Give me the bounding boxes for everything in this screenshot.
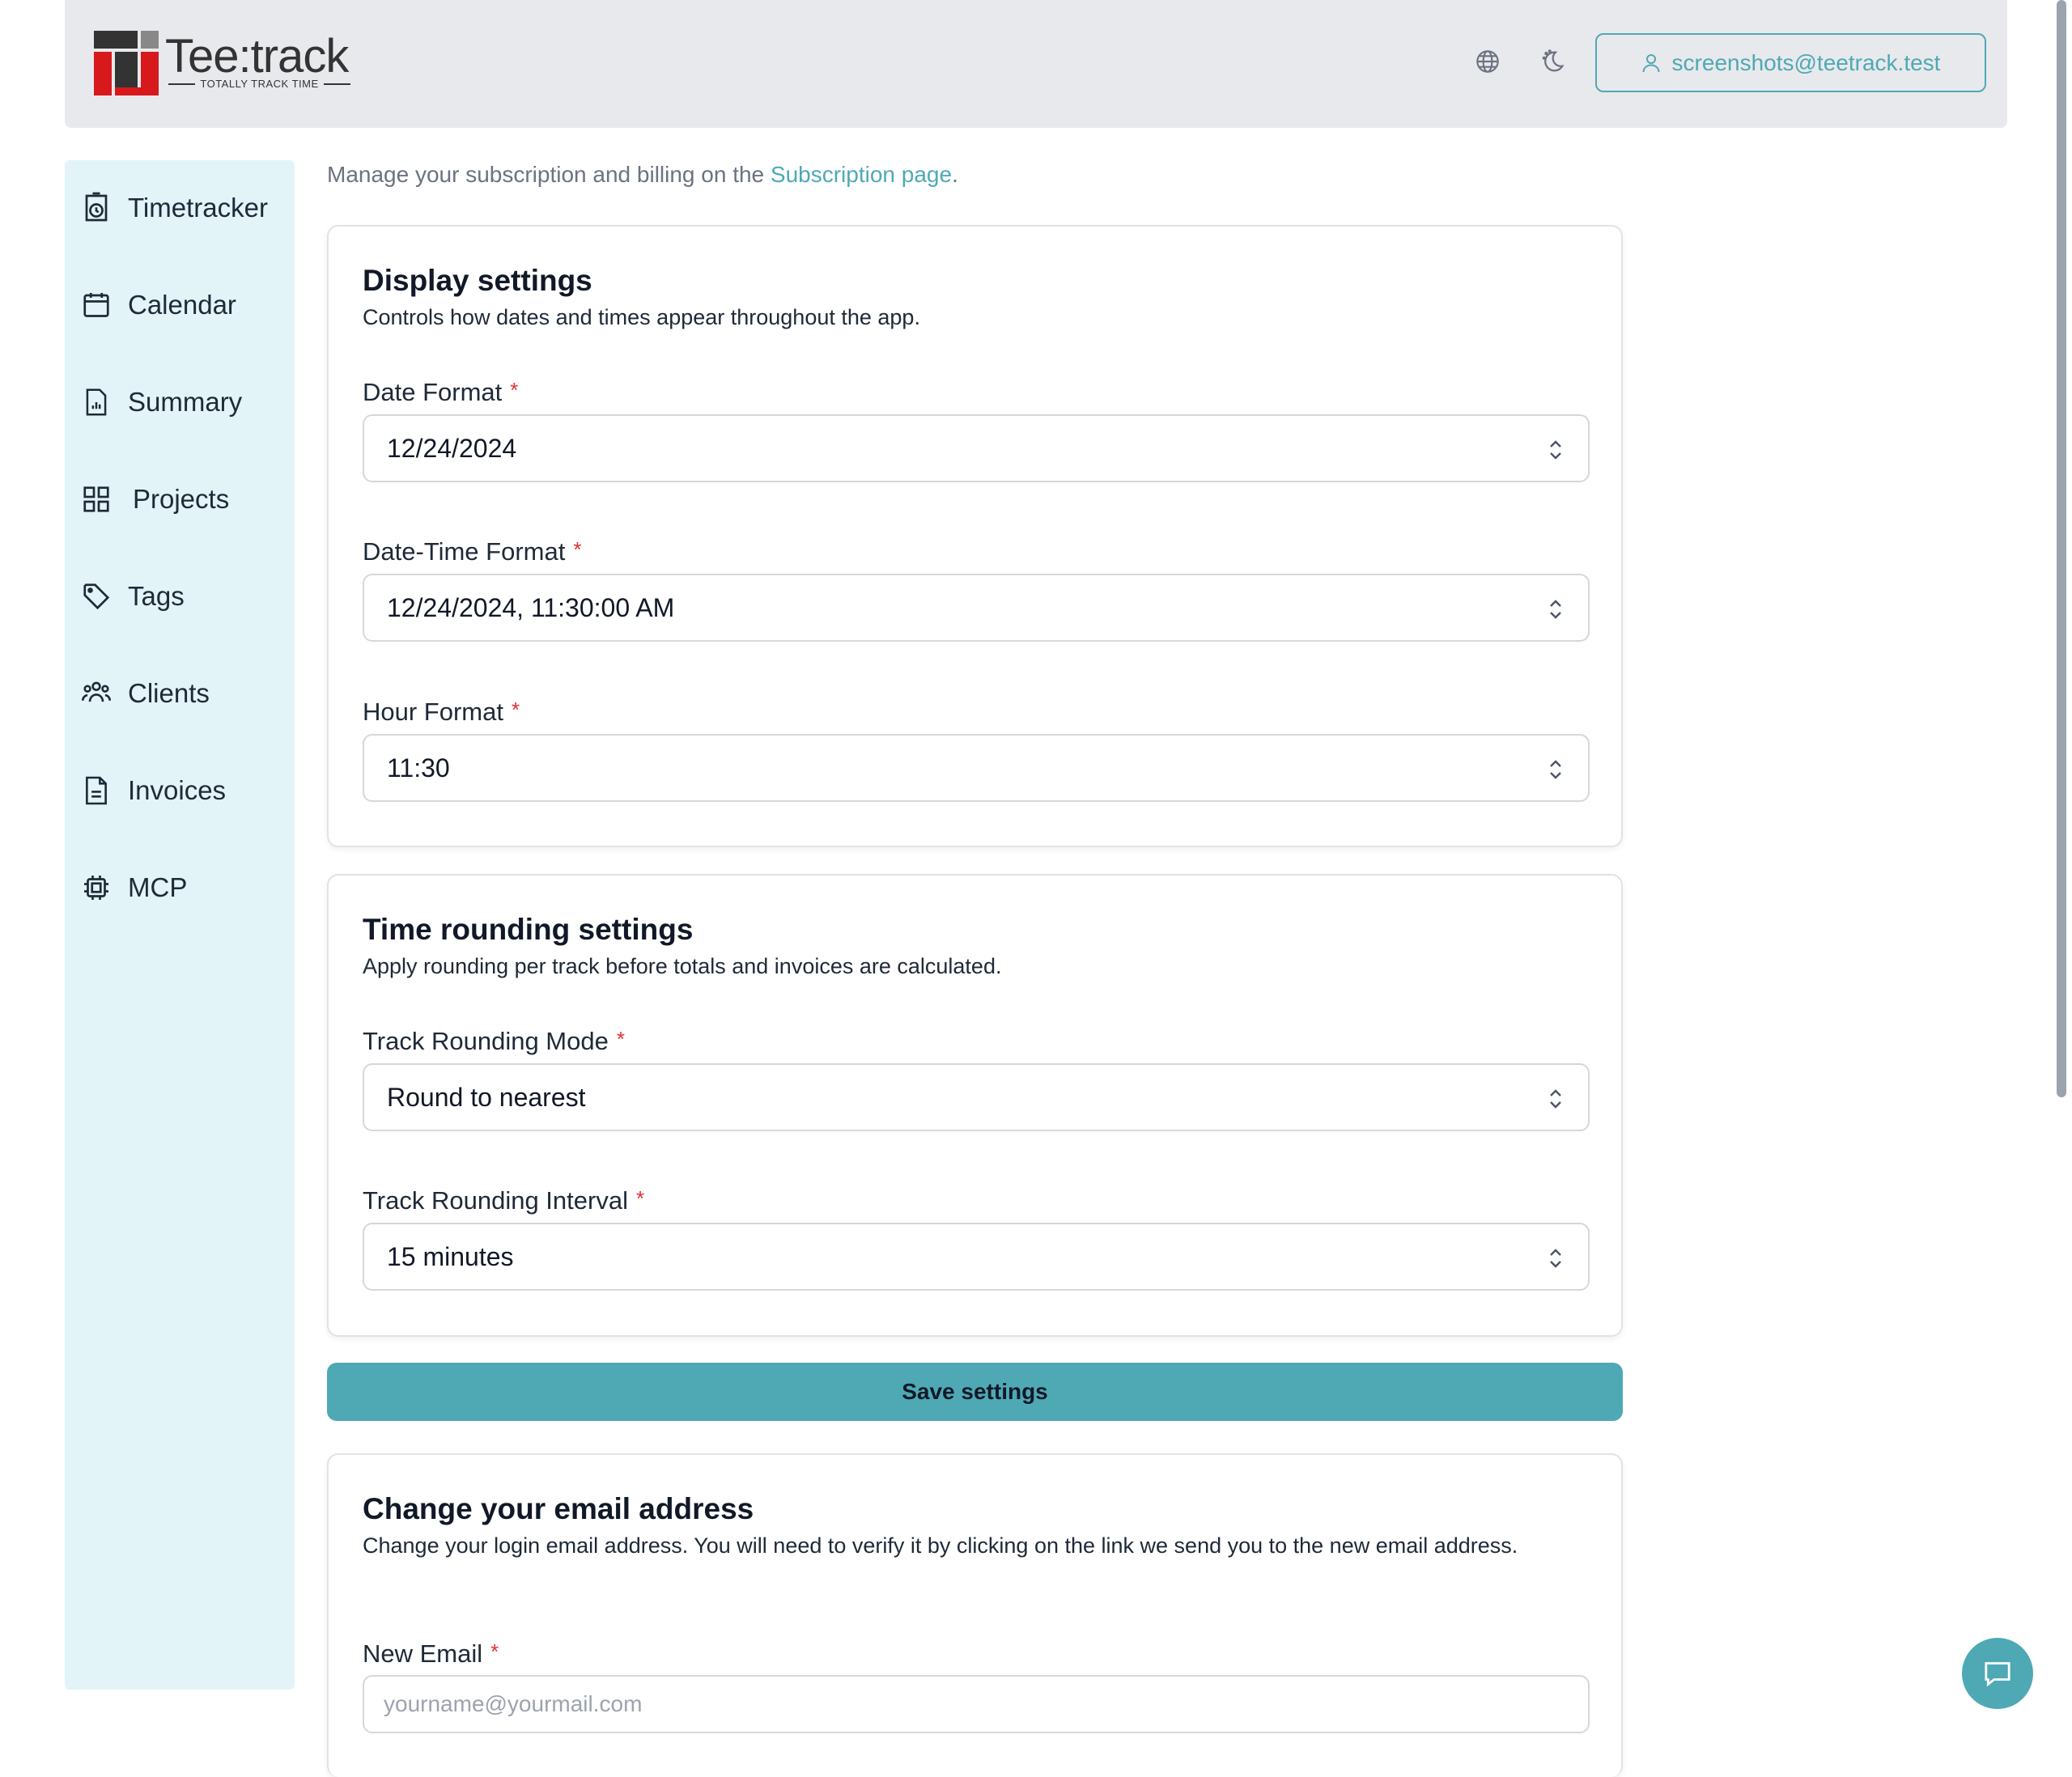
- logo-tagline: TOTALLY TRACK TIME: [168, 78, 350, 90]
- new-email-label-text: New Email: [363, 1639, 483, 1668]
- grid-icon: [81, 483, 112, 515]
- display-settings-title: Display settings: [363, 264, 592, 297]
- chat-bubble-icon: [1985, 1662, 2010, 1687]
- datetime-format-label: Date-Time Format *: [363, 537, 581, 566]
- top-header: Tee:track TOTALLY TRACK TIME screenshots…: [65, 0, 2007, 128]
- required-marker: *: [511, 698, 520, 722]
- required-marker: *: [635, 1186, 645, 1211]
- cpu-icon: [81, 872, 112, 904]
- stopwatch-icon: [81, 192, 112, 224]
- chat-support-button[interactable]: [1962, 1638, 2033, 1709]
- new-email-field[interactable]: yourname@yourmail.com: [363, 1675, 1590, 1733]
- hour-format-value: 11:30: [387, 753, 450, 782]
- sidebar-item-label: Clients: [128, 678, 210, 708]
- required-marker: *: [490, 1639, 499, 1664]
- datetime-format-label-text: Date-Time Format: [363, 537, 566, 566]
- chevron-up-down-icon: [1550, 1089, 1561, 1109]
- sidebar-item-clients[interactable]: Clients: [81, 669, 210, 718]
- rounding-interval-label-text: Track Rounding Interval: [363, 1186, 628, 1215]
- chevron-up-down-icon: [1550, 440, 1561, 460]
- rounding-mode-label: Track Rounding Mode *: [363, 1027, 625, 1056]
- required-marker: *: [573, 537, 582, 562]
- sidebar-item-label: MCP: [128, 872, 188, 902]
- date-format-label: Date Format *: [363, 378, 518, 407]
- tag-icon: [81, 580, 112, 613]
- chart-file-icon: [81, 386, 112, 418]
- globe-icon[interactable]: [1473, 47, 1502, 76]
- change-email-card: Change your email address Change your lo…: [327, 1453, 1623, 1777]
- datetime-format-select[interactable]: 12/24/2024, 11:30:00 AM: [363, 574, 1590, 642]
- logo-text: Tee:track: [165, 30, 349, 83]
- page-scrollbar[interactable]: [2057, 0, 2066, 1097]
- rounding-mode-select[interactable]: Round to nearest: [363, 1063, 1590, 1131]
- time-rounding-card: Time rounding settings Apply rounding pe…: [327, 874, 1623, 1337]
- required-marker: *: [510, 378, 519, 402]
- sidebar-item-summary[interactable]: Summary: [81, 378, 242, 426]
- sidebar-item-label: Projects: [133, 484, 230, 514]
- hour-format-label-text: Hour Format: [363, 698, 503, 726]
- users-icon: [81, 677, 112, 710]
- rounding-mode-value: Round to nearest: [387, 1082, 586, 1112]
- rounding-interval-value: 15 minutes: [387, 1241, 514, 1271]
- date-format-select[interactable]: 12/24/2024: [363, 414, 1590, 482]
- sidebar-item-calendar[interactable]: Calendar: [81, 281, 236, 329]
- hour-format-select[interactable]: 11:30: [363, 734, 1590, 802]
- change-email-description: Change your login email address. You wil…: [363, 1533, 1518, 1558]
- new-email-label: New Email *: [363, 1639, 499, 1669]
- chevron-up-down-icon: [1550, 760, 1561, 779]
- sidebar-item-label: Invoices: [128, 775, 227, 805]
- teetrack-logo[interactable]: Tee:track TOTALLY TRACK TIME: [94, 29, 361, 97]
- sidebar-item-label: Calendar: [128, 290, 236, 320]
- chevron-up-down-icon: [1550, 600, 1561, 619]
- intro-suffix: .: [952, 162, 958, 187]
- sidebar-item-label: Summary: [128, 387, 243, 417]
- new-email-placeholder: yourname@yourmail.com: [384, 1691, 643, 1716]
- sidebar-item-mcp[interactable]: MCP: [81, 863, 187, 912]
- display-settings-card: Display settings Controls how dates and …: [327, 225, 1623, 847]
- user-account-button[interactable]: screenshots@teetrack.test: [1595, 33, 1986, 92]
- sidebar-item-tags[interactable]: Tags: [81, 572, 185, 621]
- rounding-mode-label-text: Track Rounding Mode: [363, 1027, 609, 1055]
- logo-mark-icon: [94, 31, 159, 95]
- hour-format-label: Hour Format *: [363, 698, 520, 727]
- sidebar-item-invoices[interactable]: Invoices: [81, 766, 226, 815]
- subscription-page-link[interactable]: Subscription page: [771, 162, 952, 187]
- sidebar-item-timetracker[interactable]: Timetracker: [81, 184, 268, 232]
- rounding-interval-select[interactable]: 15 minutes: [363, 1223, 1590, 1291]
- user-icon: [1642, 53, 1660, 72]
- date-format-value: 12/24/2024: [387, 433, 517, 463]
- datetime-format-value: 12/24/2024, 11:30:00 AM: [387, 592, 675, 622]
- sidebar-nav: Timetracker Calendar Summary Projects Ta…: [65, 160, 295, 1690]
- display-settings-description: Controls how dates and times appear thro…: [363, 305, 920, 329]
- date-format-label-text: Date Format: [363, 378, 503, 406]
- sidebar-item-label: Timetracker: [128, 193, 268, 223]
- theme-moon-icon[interactable]: [1539, 47, 1568, 76]
- subscription-intro: Manage your subscription and billing on …: [327, 162, 958, 188]
- rounding-interval-label: Track Rounding Interval *: [363, 1186, 644, 1215]
- chevron-up-down-icon: [1550, 1249, 1561, 1268]
- required-marker: *: [616, 1027, 625, 1051]
- time-rounding-title: Time rounding settings: [363, 913, 694, 946]
- file-text-icon: [81, 774, 112, 807]
- calendar-icon: [81, 289, 112, 321]
- time-rounding-description: Apply rounding per track before totals a…: [363, 954, 1002, 978]
- sidebar-item-projects[interactable]: Projects: [81, 475, 229, 524]
- sidebar-item-label: Tags: [128, 581, 185, 611]
- user-email: screenshots@teetrack.test: [1671, 49, 1941, 75]
- logo-tagline-text: TOTALLY TRACK TIME: [200, 78, 319, 90]
- intro-text: Manage your subscription and billing on …: [327, 162, 771, 187]
- change-email-title: Change your email address: [363, 1492, 754, 1525]
- save-settings-button[interactable]: Save settings: [327, 1363, 1623, 1421]
